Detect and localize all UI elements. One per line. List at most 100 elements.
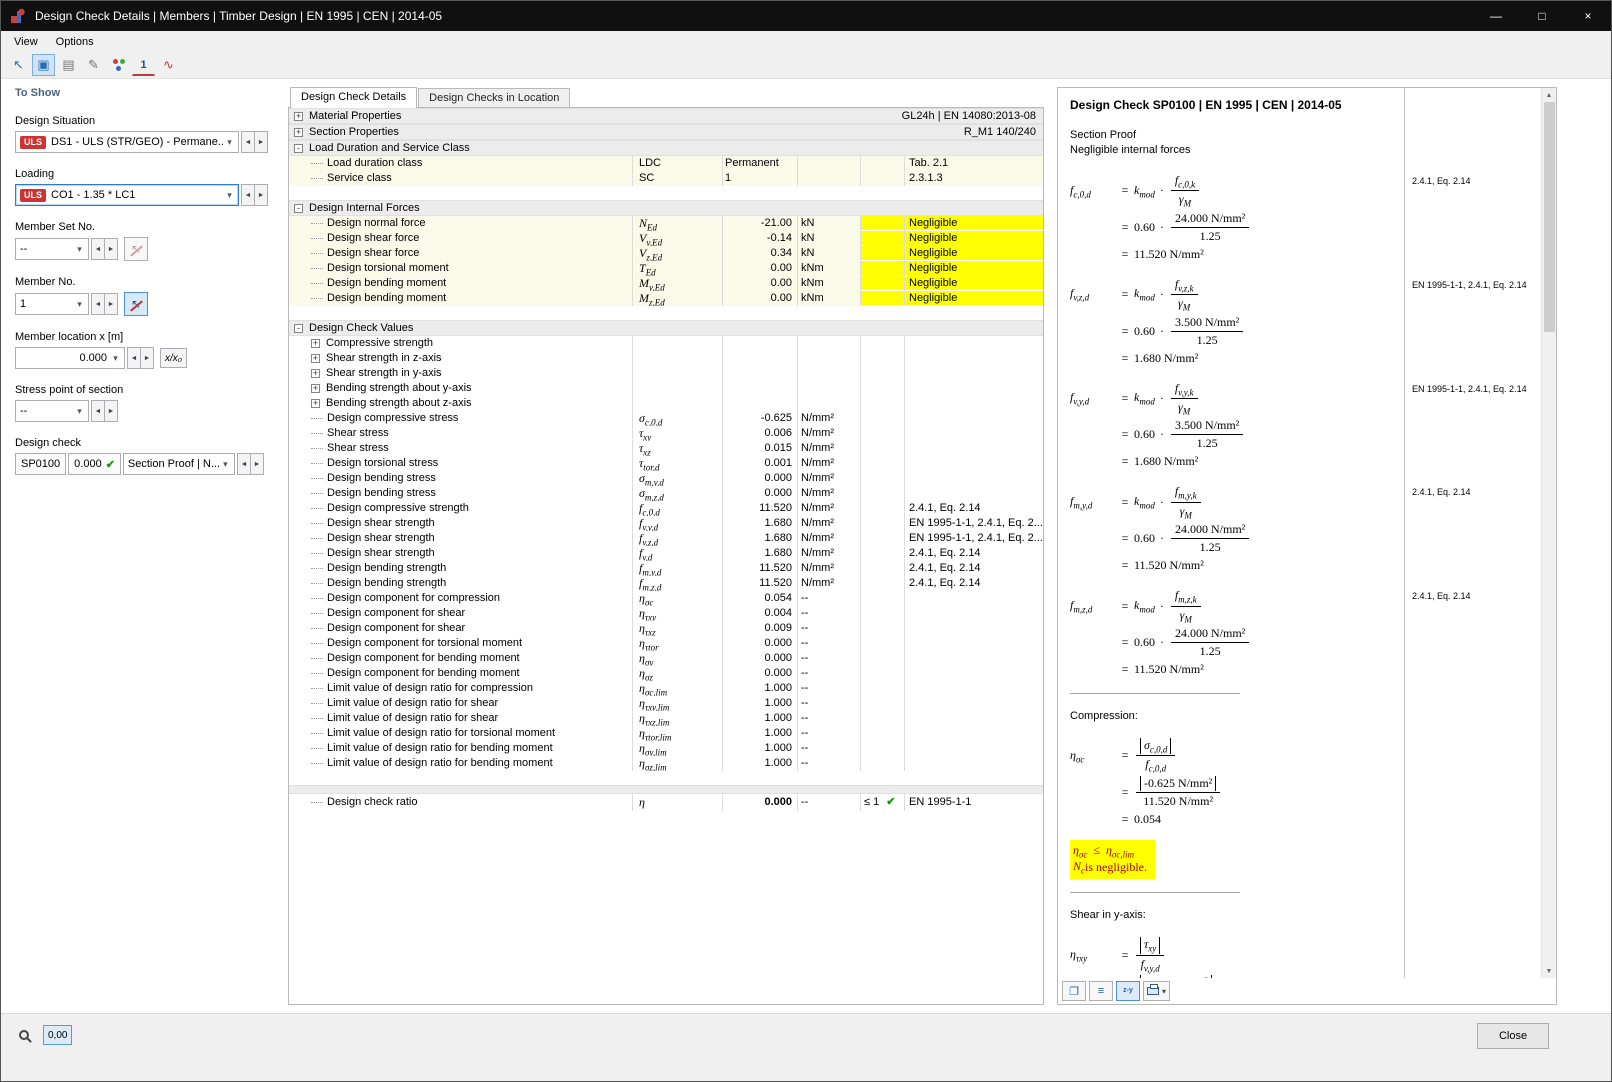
member-set-prev-button[interactable]: ◄ <box>91 238 105 260</box>
table-row[interactable]: Design bending moment Mz,Ed 0.00 kNm Negligi… <box>289 291 1043 306</box>
member-set-select[interactable]: -- ▾ <box>15 238 89 260</box>
zoom-button[interactable] <box>11 1023 37 1047</box>
table-row[interactable]: + Shear strength in z-axis <box>289 351 1043 366</box>
tab-design-check-details[interactable]: Design Check Details <box>290 87 418 108</box>
loading-prev-button[interactable]: ◄ <box>241 184 255 206</box>
expand-icon[interactable]: + <box>294 127 303 137</box>
table-row[interactable]: Design normal force NEd -21.00 kN Negligible <box>289 216 1043 231</box>
member-prev-button[interactable]: ◄ <box>91 293 105 315</box>
design-check-prev-button[interactable]: ◄ <box>236 453 251 475</box>
table-row[interactable]: Design component for shear ητxy 0.004 -- <box>289 606 1043 621</box>
result-diagram-button[interactable]: ∿ <box>157 54 180 76</box>
table-row[interactable]: Design bending moment My,Ed 0.00 kNm Negligi… <box>289 276 1043 291</box>
pin-check-button[interactable]: ▣ <box>32 54 55 76</box>
design-situation-select[interactable]: ULS DS1 - ULS (STR/GEO) - Permane... ▾ <box>15 131 239 153</box>
scroll-down-icon[interactable]: ▼ <box>1546 964 1553 978</box>
member-location-prev-button[interactable]: ◄ <box>127 347 141 369</box>
sort-order-button[interactable]: z-y <box>1116 981 1140 1001</box>
table-row[interactable]: Limit value of design ratio for compress… <box>289 681 1043 696</box>
table-section-row[interactable]: + Section Properties R_M1 140/240 <box>289 124 1043 140</box>
menu-options[interactable]: Options <box>47 34 103 50</box>
table-section-row[interactable]: - Design Internal Forces <box>289 200 1043 216</box>
menu-view[interactable]: View <box>5 34 47 50</box>
table-row[interactable]: Design torsional stress τtor,d 0.001 N/mm² <box>289 456 1043 471</box>
table-row[interactable]: Design component for shear ητxz 0.009 -- <box>289 621 1043 636</box>
expand-icon[interactable]: + <box>311 339 320 348</box>
expand-rows-button[interactable]: ≡ <box>1089 981 1113 1001</box>
table-row[interactable]: + Bending strength about y-axis <box>289 381 1043 396</box>
member-select[interactable]: 1 ▾ <box>15 293 89 315</box>
table-section-row[interactable]: - Load Duration and Service Class <box>289 140 1043 156</box>
stress-point-prev-button[interactable]: ◄ <box>91 400 105 422</box>
table-row[interactable]: Shear stress τxy 0.006 N/mm² <box>289 426 1043 441</box>
member-next-button[interactable]: ► <box>104 293 118 315</box>
loading-select[interactable]: ULS CO1 - 1.35 * LC1 ▾ <box>15 184 239 206</box>
table-section-row[interactable]: - Design Check Values <box>289 320 1043 336</box>
table-row[interactable]: Design torsional moment TEd 0.00 kNm Negligi… <box>289 261 1043 276</box>
format-settings-button[interactable]: ✎ <box>82 54 105 76</box>
close-button[interactable]: Close <box>1477 1023 1549 1049</box>
table-row[interactable]: Design shear strength fv,z,d 1.680 N/mm² EN … <box>289 531 1043 546</box>
scroll-thumb[interactable] <box>1543 102 1555 332</box>
loading-next-button[interactable]: ► <box>254 184 268 206</box>
relative-location-button[interactable]: x/x₀ <box>160 348 187 368</box>
member-location-select[interactable]: 0.000 ▾ <box>15 347 125 369</box>
decimal-places-button[interactable]: 0,00 <box>43 1025 73 1045</box>
table-row[interactable]: Service class SC 1 2.3.1.3 <box>289 171 1043 186</box>
expand-icon[interactable]: + <box>311 399 320 408</box>
design-check-select[interactable]: Section Proof | N... ▾ <box>122 453 235 475</box>
table-row[interactable]: Load duration class LDC Permanent Tab. 2.1 <box>289 156 1043 171</box>
export-table-button[interactable]: ❐ <box>1062 981 1086 1001</box>
close-window-button[interactable]: × <box>1565 1 1611 31</box>
table-row[interactable]: Limit value of design ratio for torsiona… <box>289 726 1043 741</box>
table-row[interactable]: Design shear strength fv,d 1.680 N/mm² 2.4.1… <box>289 546 1043 561</box>
pick-member-button[interactable]: ↖ <box>124 292 148 316</box>
expand-icon[interactable]: + <box>311 369 320 378</box>
report-scrollbar[interactable]: ▲ ▼ <box>1541 88 1556 978</box>
table-row[interactable]: Design check ratio η 0.000 -- ≤ 1 ✔ EN 1995-1… <box>289 794 1043 811</box>
table-row[interactable]: Shear stress τxz 0.015 N/mm² <box>289 441 1043 456</box>
expand-icon[interactable]: + <box>294 111 303 121</box>
table-row[interactable]: Design shear force Vy,Ed -0.14 kN Negligible <box>289 231 1043 246</box>
table-row[interactable]: Design component for torsional moment ητt… <box>289 636 1043 651</box>
table-row[interactable]: Design shear force Vz,Ed 0.34 kN Negligible <box>289 246 1043 261</box>
table-row[interactable]: Design component for compression ησc 0.054… <box>289 591 1043 606</box>
table-row[interactable]: + Shear strength in y-axis <box>289 366 1043 381</box>
collapse-icon[interactable]: - <box>294 203 303 213</box>
pick-member-set-button[interactable]: ↖ <box>124 237 148 261</box>
table-row[interactable]: Limit value of design ratio for shear ητx… <box>289 711 1043 726</box>
maximize-button[interactable]: □ <box>1519 1 1565 31</box>
table-row[interactable]: Design compressive stress σc,0,d -0.625 N/m… <box>289 411 1043 426</box>
design-situation-prev-button[interactable]: ◄ <box>241 131 255 153</box>
member-set-next-button[interactable]: ► <box>104 238 118 260</box>
tab-design-checks-in-location[interactable]: Design Checks in Location <box>418 88 571 107</box>
minimize-button[interactable]: — <box>1473 1 1519 31</box>
table-row[interactable]: + Bending strength about z-axis <box>289 396 1043 411</box>
table-row[interactable]: Limit value of design ratio for shear ητx… <box>289 696 1043 711</box>
result-table-button[interactable]: ▤ <box>57 54 80 76</box>
collapse-icon[interactable]: - <box>294 143 303 153</box>
expand-icon[interactable]: + <box>311 354 320 363</box>
stress-point-next-button[interactable]: ► <box>104 400 118 422</box>
stress-point-select[interactable]: -- ▾ <box>15 400 89 422</box>
table-row[interactable]: Design bending stress σm,y,d 0.000 N/mm² <box>289 471 1043 486</box>
table-row[interactable]: Design shear strength fv,y,d 1.680 N/mm² EN … <box>289 516 1043 531</box>
color-scheme-button[interactable] <box>107 54 130 76</box>
numbering-button[interactable]: 1 <box>132 54 155 76</box>
table-row[interactable]: Design component for bending moment ησz 0.… <box>289 666 1043 681</box>
design-situation-next-button[interactable]: ► <box>254 131 268 153</box>
table-section-row[interactable]: + Material Properties GL24h | EN 14080:201… <box>289 108 1043 124</box>
expand-icon[interactable]: + <box>311 384 320 393</box>
scroll-up-icon[interactable]: ▲ <box>1546 88 1553 102</box>
member-location-next-button[interactable]: ► <box>140 347 154 369</box>
table-row[interactable]: Design compressive strength fc,0,d 11.520 N… <box>289 501 1043 516</box>
table-row[interactable]: Design component for bending moment ησy 0.… <box>289 651 1043 666</box>
table-row[interactable]: + Compressive strength <box>289 336 1043 351</box>
design-check-next-button[interactable]: ► <box>249 453 264 475</box>
table-row[interactable]: Limit value of design ratio for bending … <box>289 741 1043 756</box>
table-row[interactable]: Design bending strength fm,y,d 11.520 N/mm²… <box>289 561 1043 576</box>
collapse-icon[interactable]: - <box>294 323 303 333</box>
select-check-button[interactable]: ↖ <box>7 54 30 76</box>
table-row[interactable]: Design bending stress σm,z,d 0.000 N/mm² <box>289 486 1043 501</box>
table-row[interactable]: Design bending strength fm,z,d 11.520 N/mm²… <box>289 576 1043 591</box>
